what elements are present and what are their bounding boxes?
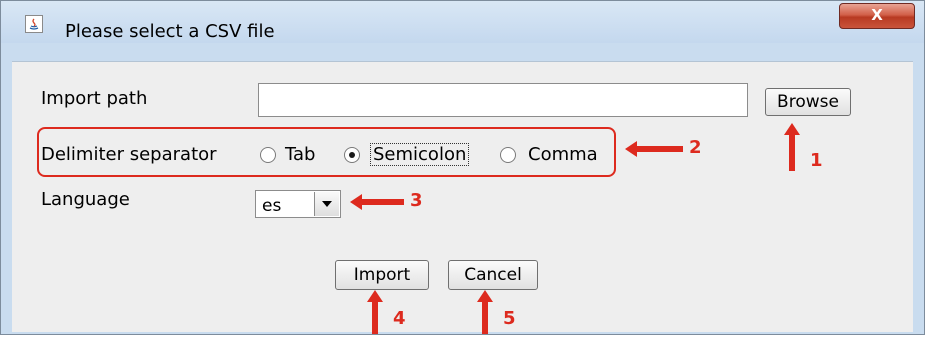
- radio-comma[interactable]: [500, 147, 516, 163]
- title-bar[interactable]: Please select a CSV file X: [1, 1, 924, 43]
- radio-comma-label[interactable]: Comma: [528, 144, 598, 165]
- annotation-arrow-2: [625, 141, 683, 157]
- annotation-label-3: 3: [410, 190, 423, 211]
- dropdown-arrow-icon[interactable]: [314, 192, 339, 216]
- annotation-label-2: 2: [689, 137, 702, 158]
- annotation-arrow-3: [350, 194, 404, 210]
- radio-tab-label[interactable]: Tab: [285, 144, 315, 165]
- import-path-label: Import path: [41, 88, 148, 109]
- close-button[interactable]: X: [839, 3, 915, 29]
- language-select[interactable]: es: [255, 190, 341, 218]
- language-label: Language: [41, 189, 130, 210]
- language-selected-value: es: [262, 196, 282, 216]
- window-title: Please select a CSV file: [65, 21, 275, 42]
- import-button[interactable]: Import: [335, 260, 429, 290]
- annotation-arrow-1: [784, 123, 800, 171]
- close-icon: X: [871, 6, 883, 24]
- import-path-input[interactable]: [258, 83, 748, 117]
- dialog-content: Import path Browse Delimiter separator T…: [12, 61, 913, 334]
- radio-semicolon-label[interactable]: Semicolon: [370, 143, 470, 166]
- annotation-label-5: 5: [503, 308, 516, 329]
- delimiter-label: Delimiter separator: [41, 144, 217, 165]
- annotation-arrow-5: [477, 290, 493, 334]
- radio-tab[interactable]: [260, 147, 276, 163]
- radio-selected-dot: [349, 152, 355, 158]
- annotation-label-4: 4: [393, 308, 406, 329]
- cancel-button[interactable]: Cancel: [448, 260, 538, 290]
- radio-semicolon[interactable]: [344, 147, 360, 163]
- annotation-arrow-4: [367, 290, 383, 334]
- dialog-window: Please select a CSV file X Import path B…: [0, 0, 925, 335]
- browse-button[interactable]: Browse: [765, 88, 851, 116]
- annotation-label-1: 1: [810, 150, 823, 171]
- java-app-icon: [25, 15, 43, 33]
